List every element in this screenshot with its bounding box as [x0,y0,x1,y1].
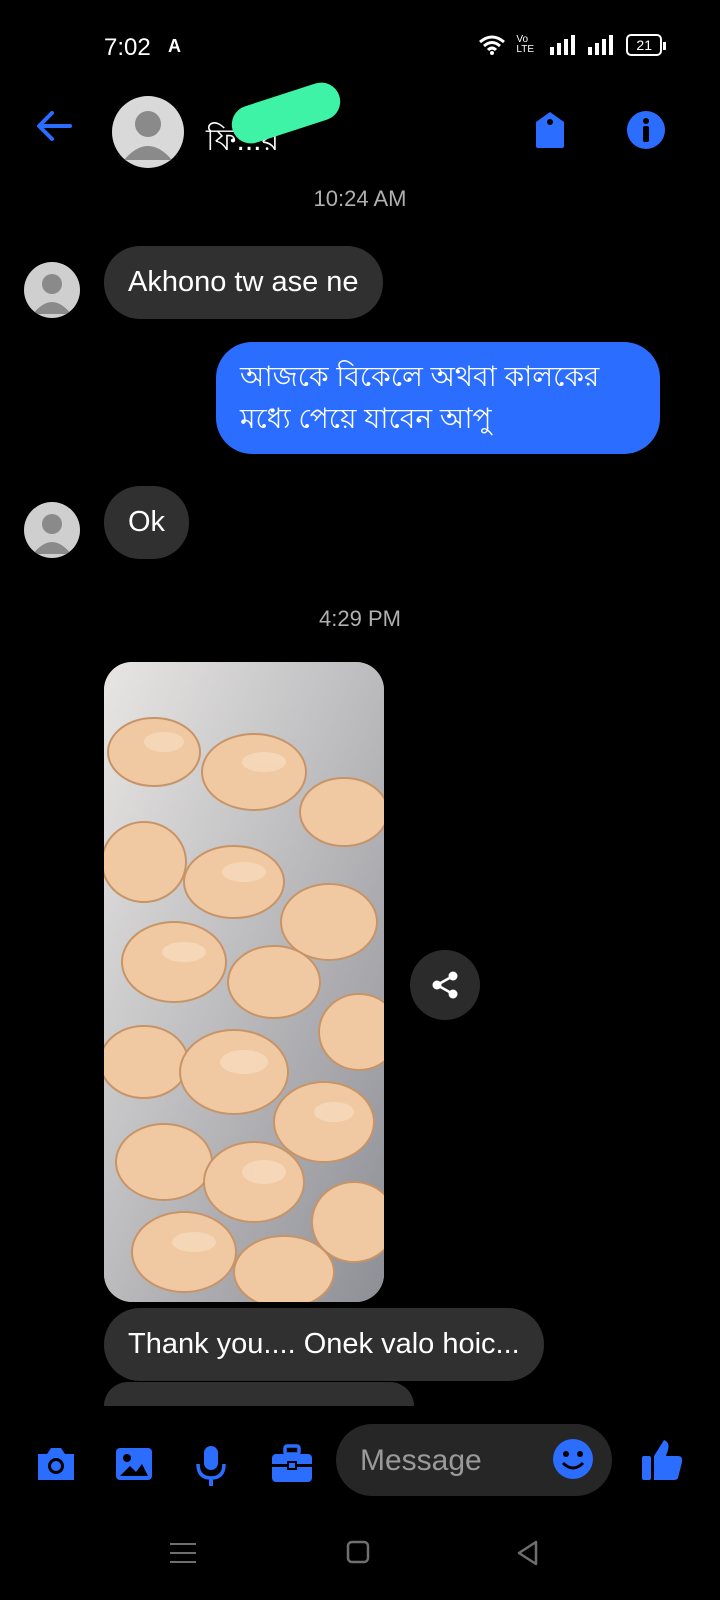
message-line: আজকে বিকেলে অথবা কালকের [240,361,600,392]
back-arrow-icon[interactable] [34,106,74,151]
back-icon[interactable] [516,1540,540,1571]
outgoing-message[interactable]: আজকে বিকেলে অথবা কালকের মধ্যে পেয়ে যাবে… [216,342,660,454]
menu-icon[interactable] [170,1540,196,1571]
status-time: 7:02 [104,34,151,61]
message-input[interactable]: Message [336,1424,612,1496]
message-input-placeholder: Message [360,1444,482,1477]
home-icon[interactable] [346,1540,370,1569]
message-line: মধ্যে পেয়ে যাবেন আপু [240,403,492,434]
info-icon[interactable] [626,110,666,155]
signal-icon [550,35,576,55]
incoming-message[interactable]: Ok [104,486,190,559]
tag-icon[interactable] [532,110,568,155]
chat-header: ফি...য় [0,77,720,180]
microphone-icon[interactable] [194,1444,228,1493]
share-icon [432,971,458,999]
incoming-message[interactable]: Thank you.... Onek valo hoic... [104,1308,544,1381]
signal-icon-2 [588,35,614,55]
timestamp: 4:29 PM [319,606,401,631]
sender-avatar[interactable] [24,502,80,558]
app-notification-icon: A [168,36,181,56]
camera-icon[interactable] [34,1444,78,1489]
system-navigation-bar [0,1520,720,1600]
contact-avatar[interactable] [112,96,184,168]
briefcase-icon[interactable] [270,1444,314,1489]
sender-avatar[interactable] [24,262,80,318]
thumbs-up-icon[interactable] [640,1438,684,1487]
incoming-message[interactable]: Akhono tw ase ne [104,246,383,319]
photo-message[interactable] [104,662,384,1302]
share-button[interactable] [410,950,480,1020]
emoji-icon[interactable] [552,1438,594,1485]
battery-indicator: 21 [626,34,666,56]
gallery-icon[interactable] [114,1444,154,1489]
status-bar: 7:02 A Vo LTE 21 [0,0,720,96]
wifi-icon [479,35,506,55]
volte-label: Vo LTE [516,34,535,55]
message-composer: Message [0,1408,720,1520]
timestamp: 10:24 AM [313,186,407,211]
incoming-message-partial[interactable] [104,1382,414,1406]
